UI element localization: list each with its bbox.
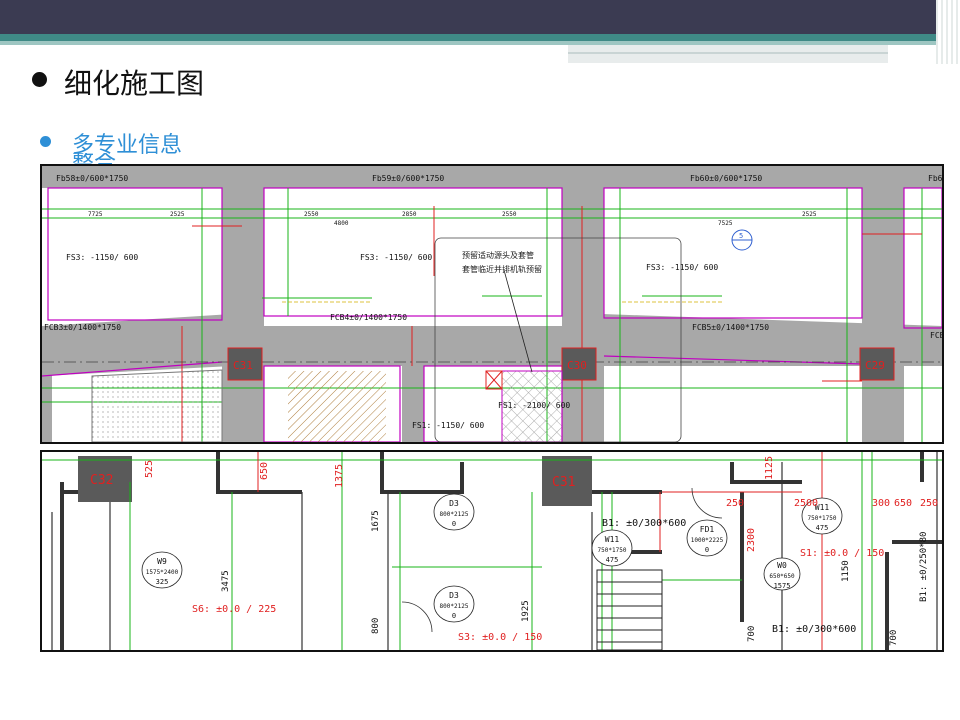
svg-text:W11: W11 — [605, 535, 620, 544]
subtitle-bullet-icon — [40, 136, 51, 147]
svg-text:D3: D3 — [449, 499, 459, 508]
svg-text:1925: 1925 — [521, 600, 531, 622]
svg-text:Fb61: Fb61 — [928, 174, 942, 183]
svg-text:W0: W0 — [777, 561, 787, 570]
svg-text:C31: C31 — [233, 359, 253, 372]
svg-text:750*1750: 750*1750 — [808, 515, 837, 522]
svg-text:0: 0 — [452, 520, 456, 528]
svg-text:7725: 7725 — [88, 211, 103, 218]
svg-text:1375: 1375 — [334, 464, 345, 488]
header-bar — [0, 0, 960, 34]
column-c31-lower: C31 — [542, 456, 592, 506]
header-accent-stripe — [0, 34, 940, 41]
svg-text:FS1: -2100/ 600: FS1: -2100/ 600 — [498, 401, 570, 410]
svg-text:FCB: FCB — [930, 331, 942, 340]
svg-text:475: 475 — [606, 556, 619, 564]
svg-text:5: 5 — [739, 232, 743, 240]
svg-text:套管临近并排机轨预留: 套管临近并排机轨预留 — [462, 264, 542, 274]
svg-text:4800: 4800 — [334, 220, 349, 227]
column-c32: C32 — [78, 456, 132, 502]
architectural-plan-drawing: C32 C31 W9 1575*2400 325 D3 800*2125 0 D… — [40, 450, 944, 652]
svg-text:1000*2225: 1000*2225 — [691, 537, 724, 544]
svg-text:2300: 2300 — [746, 528, 757, 552]
svg-text:C31: C31 — [552, 475, 575, 490]
svg-text:FD1: FD1 — [700, 525, 715, 534]
svg-text:S6: ±0.0 / 225: S6: ±0.0 / 225 — [192, 604, 276, 615]
svg-text:FCB3±0/1400*1750: FCB3±0/1400*1750 — [44, 323, 121, 332]
svg-text:0: 0 — [705, 546, 709, 554]
svg-text:2525: 2525 — [170, 211, 185, 218]
svg-text:B1: ±0/300*600: B1: ±0/300*600 — [772, 624, 856, 635]
svg-text:FS1: -1150/ 600: FS1: -1150/ 600 — [412, 421, 484, 430]
svg-text:B1: ±0/300*600: B1: ±0/300*600 — [602, 518, 686, 529]
svg-text:S1: ±0.0 / 150: S1: ±0.0 / 150 — [800, 548, 884, 559]
svg-text:300: 300 — [872, 498, 890, 509]
foundation-plan-drawing: C31 C30 C29 预留适动源头及套管 套管临近并排机轨预留 5 Fb58±… — [40, 164, 944, 444]
svg-text:C30: C30 — [567, 359, 587, 372]
svg-text:2550: 2550 — [502, 211, 517, 218]
svg-text:2525: 2525 — [802, 211, 817, 218]
header-right-panel — [568, 45, 888, 63]
svg-text:Fb60±0/600*1750: Fb60±0/600*1750 — [690, 174, 762, 183]
svg-text:2550: 2550 — [304, 211, 319, 218]
svg-text:Fb58±0/600*1750: Fb58±0/600*1750 — [56, 174, 128, 183]
column-c29: C29 — [859, 347, 895, 381]
svg-text:B1: ±0/250*80: B1: ±0/250*80 — [919, 532, 929, 602]
column-c31: C31 — [227, 347, 263, 381]
svg-text:700: 700 — [747, 626, 757, 642]
svg-text:FS3: -1150/ 600: FS3: -1150/ 600 — [646, 263, 718, 272]
svg-text:FS3: -1150/ 600: FS3: -1150/ 600 — [66, 253, 138, 262]
title-bullet-icon — [32, 72, 47, 87]
svg-text:D3: D3 — [449, 591, 459, 600]
svg-text:325: 325 — [156, 578, 169, 586]
svg-text:525: 525 — [144, 460, 155, 478]
svg-text:750*1750: 750*1750 — [598, 547, 627, 554]
svg-text:650: 650 — [259, 462, 270, 480]
svg-text:预留适动源头及套管: 预留适动源头及套管 — [462, 250, 534, 260]
header-right-line — [568, 52, 888, 54]
svg-text:800: 800 — [371, 618, 381, 634]
svg-text:W9: W9 — [157, 557, 167, 566]
svg-text:FCB5±0/1400*1750: FCB5±0/1400*1750 — [692, 323, 769, 332]
svg-text:FCB4±0/1400*1750: FCB4±0/1400*1750 — [330, 313, 407, 322]
slide-title: 细化施工图 — [64, 67, 205, 100]
svg-text:1150: 1150 — [841, 560, 851, 582]
svg-text:1575*2400: 1575*2400 — [146, 569, 179, 576]
svg-text:1125: 1125 — [764, 456, 775, 480]
svg-text:650: 650 — [894, 498, 912, 509]
svg-text:650*650: 650*650 — [769, 573, 795, 580]
svg-text:700: 700 — [889, 630, 899, 646]
svg-text:C29: C29 — [865, 359, 885, 372]
svg-text:C32: C32 — [90, 473, 113, 488]
svg-text:FS3: -1150/ 600: FS3: -1150/ 600 — [360, 253, 432, 262]
header-vertical-stripes — [936, 0, 960, 64]
svg-text:800*2125: 800*2125 — [440, 511, 469, 518]
svg-text:250: 250 — [920, 498, 938, 509]
svg-text:475: 475 — [816, 524, 829, 532]
svg-text:S3: ±0.0 / 150: S3: ±0.0 / 150 — [458, 632, 542, 643]
svg-text:800*2125: 800*2125 — [440, 603, 469, 610]
svg-text:1675: 1675 — [371, 510, 381, 532]
svg-text:250: 250 — [726, 498, 744, 509]
svg-text:7525: 7525 — [718, 220, 733, 227]
svg-text:Fb59±0/600*1750: Fb59±0/600*1750 — [372, 174, 444, 183]
svg-text:2500: 2500 — [794, 498, 818, 509]
svg-text:0: 0 — [452, 612, 456, 620]
svg-text:1575: 1575 — [774, 582, 791, 590]
svg-text:3475: 3475 — [221, 570, 231, 592]
svg-text:2850: 2850 — [402, 211, 417, 218]
column-c30: C30 — [561, 347, 597, 381]
